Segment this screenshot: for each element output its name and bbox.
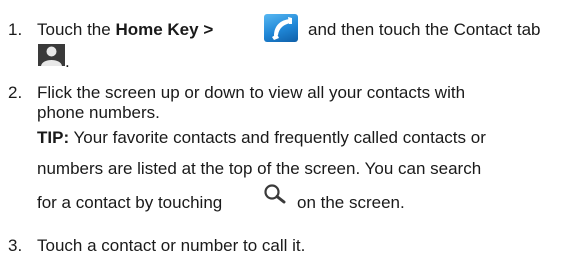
step-text: Flick the screen up or down to view all … — [37, 83, 466, 102]
tip-line-2: numbers are listed at the top of the scr… — [37, 159, 482, 178]
step-text-period: . — [65, 52, 70, 71]
search-icon — [262, 183, 288, 207]
step-number: 2. — [8, 83, 23, 102]
tip-label: TIP: — [37, 128, 70, 147]
step-text: Touch the Home Key > — [37, 20, 213, 40]
step-text-suffix: and then touch the Contact tab — [308, 20, 541, 39]
tip-line-3-prefix: for a contact by touching — [37, 193, 223, 212]
instruction-steps: 1. Touch the Home Key > and then touch t… — [0, 0, 578, 270]
tip-line-1: TIP: Your favorite contacts and frequent… — [37, 128, 486, 148]
step-text-prefix: Touch the — [37, 20, 116, 39]
step-number: 1. — [8, 20, 23, 39]
step-text-continued: phone numbers. — [37, 103, 160, 122]
step-text: Touch a contact or number to call it. — [37, 236, 306, 255]
contact-tab-icon — [38, 44, 65, 66]
tip-text: Your favorite contacts and frequently ca… — [69, 128, 486, 147]
home-key-label: Home Key > — [115, 20, 214, 39]
phone-app-icon — [264, 14, 298, 42]
step-number: 3. — [8, 236, 23, 255]
tip-line-3-suffix: on the screen. — [297, 193, 405, 212]
